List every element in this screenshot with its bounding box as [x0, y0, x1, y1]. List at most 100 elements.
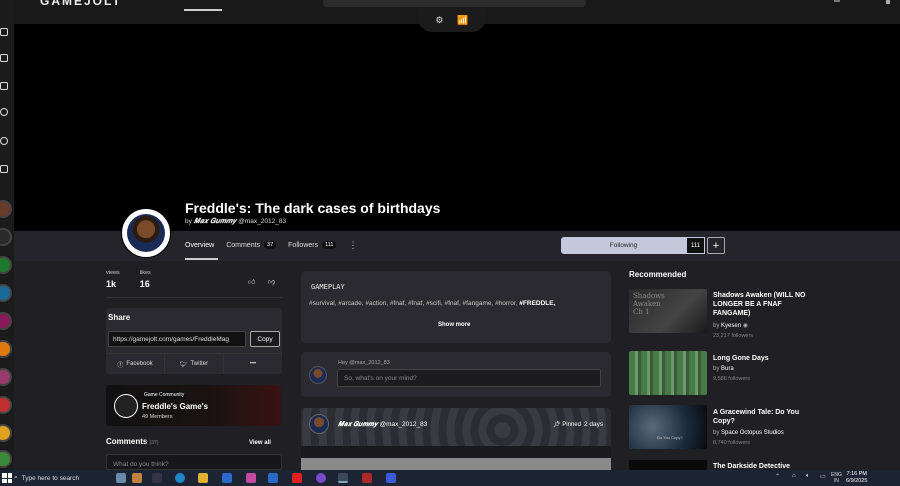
recommended-game-followers: 23,217 followers — [713, 333, 754, 339]
game-avatar[interactable] — [122, 209, 170, 257]
user-menu-icon[interactable] — [886, 0, 890, 4]
library-icon[interactable] — [0, 82, 8, 90]
taskbar-app-icon[interactable] — [116, 473, 126, 483]
community-avatar[interactable] — [0, 312, 12, 330]
file-explorer-icon[interactable] — [198, 473, 208, 483]
recommended-game-followers: 8,740 followers — [713, 440, 750, 446]
taskbar-search[interactable]: ⌕ Type here to search — [14, 472, 120, 484]
post-input[interactable]: So, what's on your mind? — [337, 369, 601, 387]
recommended-heading: Recommended — [629, 270, 687, 279]
youtube-icon[interactable] — [292, 473, 302, 483]
recommended-game-followers: 9,586 followers — [713, 376, 750, 382]
system-clock[interactable]: 7:16 PM 6/9/2025 — [846, 471, 867, 485]
recommended-thumbnail[interactable] — [629, 351, 707, 395]
tab-comments[interactable]: Comments 37 — [226, 239, 277, 251]
community-avatar[interactable] — [0, 228, 12, 246]
battery-icon[interactable]: ▭ — [820, 473, 826, 480]
tray-chevron-icon[interactable]: ⌃ — [775, 473, 780, 480]
quests-icon[interactable] — [0, 108, 8, 116]
community-avatar — [114, 394, 138, 418]
dislike-icon[interactable]: 👎︎ — [268, 277, 275, 286]
post-media-image[interactable] — [301, 458, 611, 470]
like-icon[interactable]: 👍︎ — [248, 277, 255, 286]
active-tab-indicator — [185, 258, 218, 260]
more-options-icon[interactable]: ⋮ — [348, 240, 357, 251]
community-avatar[interactable] — [0, 256, 12, 274]
site-logo[interactable]: GAMEJOLT — [40, 0, 122, 8]
game-title: Freddle's: The dark cases of birthdays — [185, 200, 441, 216]
outlook-icon[interactable] — [268, 473, 278, 483]
store-icon[interactable] — [0, 54, 8, 62]
chat-icon[interactable] — [0, 137, 8, 145]
recommended-game-dev: by Bura — [713, 366, 734, 372]
verified-icon: ◉ — [742, 323, 748, 329]
share-facebook-button[interactable]: ⓕ Facebook — [106, 354, 165, 374]
pin-icon: 📌︎ — [553, 422, 561, 428]
windows-start-icon[interactable] — [2, 473, 12, 483]
copy-button[interactable]: Copy — [250, 331, 280, 347]
search-bar[interactable] — [323, 0, 586, 7]
recommended-thumbnail[interactable]: Shadows Awaken Ch 1 — [629, 289, 707, 333]
user-avatar[interactable] — [309, 366, 327, 384]
community-members: 49 Members — [142, 414, 173, 420]
game-tabs: Overview Comments 37 Followers 111 ⋮ — [185, 239, 357, 251]
community-avatar[interactable] — [0, 450, 12, 468]
taskbar-app-icon[interactable] — [386, 473, 396, 483]
comments-count: (37) — [149, 440, 159, 446]
community-avatar[interactable] — [0, 424, 12, 442]
community-avatar[interactable] — [0, 340, 12, 358]
community-avatar[interactable] — [0, 396, 12, 414]
share-more-button[interactable]: ••• — [224, 354, 282, 374]
recommended-game-title[interactable]: Shadows Awaken (WILL NO LONGER BE A FNAF… — [713, 291, 813, 318]
developer-name[interactable]: 𝑴𝒂𝒙 𝑮𝒖𝒎𝒎𝒚 — [194, 217, 237, 225]
network-icon[interactable]: ⌂ — [792, 473, 796, 479]
settings-icon[interactable]: ⚙ — [435, 15, 443, 26]
community-avatar[interactable] — [0, 200, 12, 218]
following-count: 111 — [686, 237, 705, 254]
add-to-playlist-button[interactable]: + — [707, 237, 725, 254]
community-avatar[interactable] — [0, 284, 12, 302]
taskbar-app-icon[interactable] — [132, 473, 142, 483]
taskbar-app-icon[interactable] — [362, 473, 372, 483]
recommended-game-title[interactable]: A Gracewind Tale: Do You Copy? — [713, 408, 813, 426]
view-all-comments-link[interactable]: View all — [249, 440, 271, 446]
community-name[interactable]: Freddle's Game's — [142, 402, 208, 411]
show-more-button[interactable]: Show more — [438, 322, 470, 328]
facebook-icon: ⓕ — [117, 362, 124, 369]
language-indicator[interactable]: ENG IN — [831, 472, 842, 484]
taskbar-app-icon[interactable] — [316, 473, 326, 483]
share-url-field[interactable]: https://gamejolt.com/games/FreddleMag — [108, 331, 246, 347]
home-icon[interactable] — [0, 28, 8, 36]
following-button[interactable]: Following — [561, 237, 686, 254]
recommended-game-dev: by Space Octopus Studios — [713, 430, 784, 436]
community-avatar[interactable] — [0, 368, 12, 386]
description-tags: #survival, #arcade, #action, #fnaf, #fna… — [309, 300, 556, 307]
post-greeting: Hey @max_2012_83 — [338, 360, 390, 366]
comment-input[interactable]: What do you think? — [106, 454, 282, 470]
copilot-icon[interactable] — [246, 473, 256, 483]
store-icon[interactable] — [222, 473, 232, 483]
gamejolt-icon[interactable] — [338, 473, 348, 483]
tab-overview[interactable]: Overview — [185, 239, 214, 251]
developer-handle[interactable]: @max_2012_83 — [238, 218, 286, 225]
tab-followers[interactable]: Followers 111 — [288, 239, 337, 251]
task-view-icon[interactable] — [152, 473, 162, 483]
post-author[interactable]: 𝑴𝒂𝒙 𝑮𝒖𝒎𝒎𝒚 @max_2012_83 — [338, 421, 427, 429]
search-icon: ⌕ — [14, 474, 18, 481]
analytics-icon[interactable]: 📶 — [457, 15, 468, 26]
inventory-icon[interactable] — [0, 165, 8, 173]
share-title: Share — [108, 313, 131, 322]
share-twitter-button[interactable]: 🐦︎ Twitter — [165, 354, 224, 374]
likes-stat: likes 16 — [139, 270, 151, 289]
notifications-icon[interactable] — [834, 0, 840, 2]
followers-count-badge: 111 — [322, 241, 337, 249]
recommended-thumbnail[interactable] — [629, 460, 707, 470]
game-byline: by 𝑴𝒂𝒙 𝑮𝒖𝒎𝒎𝒚 @max_2012_83 — [185, 217, 287, 225]
post-author-avatar[interactable] — [309, 414, 329, 434]
volume-icon[interactable]: 🔈︎ — [806, 473, 810, 480]
views-stat: views 1k — [106, 270, 120, 289]
divider — [106, 297, 282, 298]
recommended-thumbnail[interactable]: Do You Copy? — [629, 405, 707, 449]
recommended-game-title[interactable]: Long Gone Days — [713, 354, 813, 363]
edge-icon[interactable] — [175, 473, 185, 483]
